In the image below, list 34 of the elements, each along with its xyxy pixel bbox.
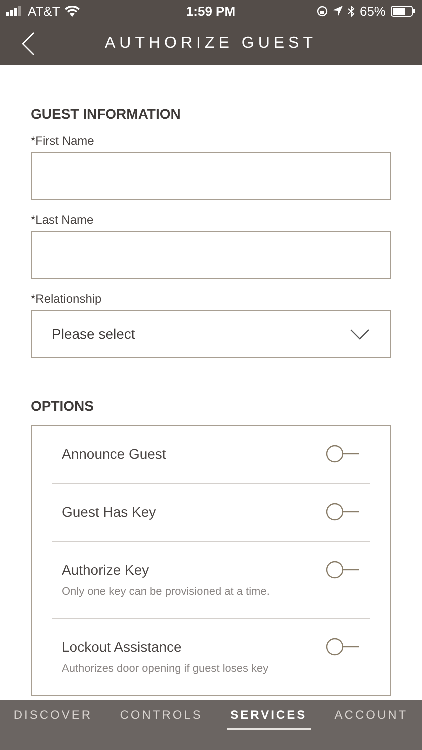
battery-percent: 65% bbox=[360, 4, 386, 18]
input-field[interactable] bbox=[31, 152, 391, 200]
field-label: *Last Name bbox=[31, 213, 95, 227]
tab[interactable]: SERVICES bbox=[226, 708, 312, 730]
location-icon bbox=[332, 6, 343, 16]
tab[interactable]: CONTROLS bbox=[116, 708, 207, 730]
field-label: *Relationship bbox=[31, 292, 103, 306]
toggle-switch[interactable] bbox=[326, 561, 360, 579]
back-icon[interactable] bbox=[22, 32, 35, 56]
section-heading: GUEST INFORMATION bbox=[31, 106, 182, 122]
toggle-switch[interactable] bbox=[326, 445, 360, 463]
tab[interactable]: DISCOVER bbox=[10, 708, 97, 730]
toggle-switch[interactable] bbox=[326, 638, 360, 656]
battery-icon bbox=[391, 6, 416, 16]
option-label: Authorize Key bbox=[62, 562, 150, 578]
input-field[interactable] bbox=[31, 231, 391, 279]
option-description: Only one key can be provisioned at a time. bbox=[62, 586, 270, 598]
option-label: Announce Guest bbox=[62, 446, 166, 462]
select-field[interactable]: Please select bbox=[31, 310, 391, 358]
bluetooth-icon bbox=[348, 6, 355, 16]
rotation-lock-icon bbox=[316, 6, 328, 16]
wifi-icon bbox=[65, 6, 80, 16]
option-label: Lockout Assistance bbox=[62, 639, 183, 655]
option-description: Authorizes door opening if guest loses key bbox=[62, 663, 269, 675]
chevron-down-icon bbox=[350, 328, 370, 340]
time: 1:59 PM bbox=[186, 4, 236, 18]
toggle-switch[interactable] bbox=[326, 503, 360, 521]
field-label: *First Name bbox=[31, 134, 96, 148]
page-title: AUTHORIZE GUEST bbox=[105, 34, 317, 52]
tab[interactable]: ACCOUNT bbox=[330, 708, 412, 730]
option-label: Guest Has Key bbox=[62, 504, 156, 520]
signal-icon bbox=[6, 6, 23, 16]
carrier: AT&T bbox=[28, 4, 60, 18]
section-heading: OPTIONS bbox=[31, 398, 96, 414]
